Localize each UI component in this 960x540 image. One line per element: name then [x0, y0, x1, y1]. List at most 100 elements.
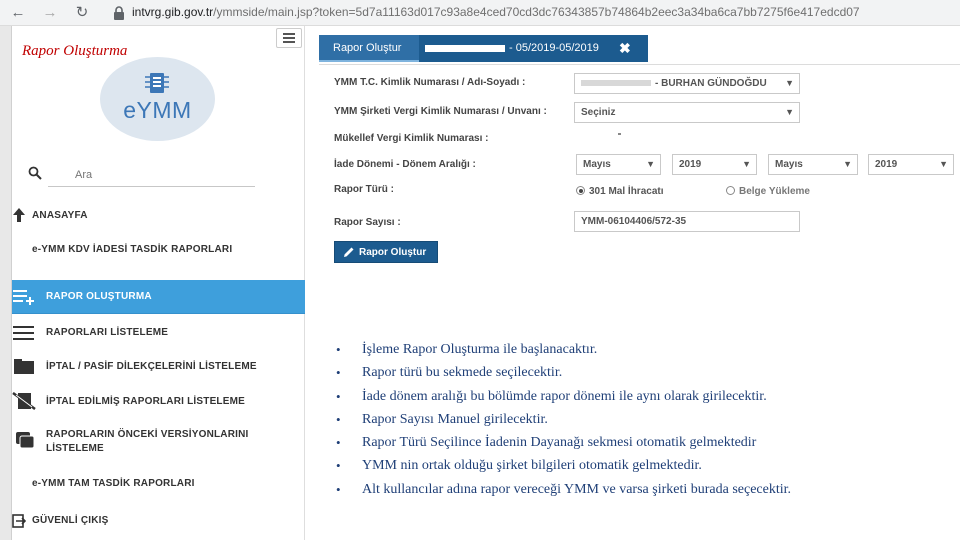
close-icon[interactable]: ✖ [619, 35, 631, 62]
sidebar-item-onceki-versiyonlar[interactable]: RAPORLARIN ÖNCEKİ VERSİYONLARINI LİSTELE… [12, 428, 305, 460]
select-value: - BURHAN GÜNDOĞDU [655, 78, 767, 89]
radio-belge-yukleme[interactable]: Belge Yükleme [726, 186, 810, 197]
list-item: • Alt kullancılar adına rapor vereceği YM… [336, 481, 956, 504]
versions-icon [16, 432, 35, 449]
lock-icon [114, 6, 124, 20]
label-ymm: YMM T.C. Kimlik Numarası / Adı-Soyadı : [334, 77, 526, 88]
sidebar-item-label: ANASAYFA [32, 210, 88, 221]
note-text: Rapor türü bu sekmede seçilecektir. [362, 365, 563, 381]
note-text: Rapor Sayısı Manuel girilecektir. [362, 411, 548, 427]
folder-icon [14, 359, 34, 374]
chevron-down-icon: ▼ [785, 78, 794, 88]
address-bar[interactable]: intvrg.gib.gov.tr/ymmside/main.jsp?token… [132, 5, 958, 19]
sidebar-item-anasayfa[interactable]: ANASAYFA [12, 206, 305, 228]
radio-unchecked-icon [726, 186, 735, 195]
list-item: • Rapor Türü Seçilince İadenin Dayanağı s… [336, 434, 956, 457]
ymm-select[interactable]: - BURHAN GÜNDOĞDU ▼ [574, 73, 800, 94]
sidebar-item-label: RAPORLARI LİSTELEME [46, 327, 169, 338]
search-icon [28, 166, 42, 180]
label-sirket: YMM Şirketi Vergi Kimlik Numarası / Unva… [334, 106, 547, 117]
redacted-text [425, 45, 505, 52]
section-heading-tam: e-YMM TAM TASDİK RAPORLARI [32, 478, 195, 489]
redacted-text [581, 80, 651, 87]
eymm-logo: eYMM [100, 57, 215, 141]
note-text: Rapor Türü Seçilince İadenin Dayanağı se… [362, 435, 757, 451]
select-value: 2019 [875, 159, 898, 170]
sidebar-item-guvenli-cikis[interactable]: GÜVENLİ ÇIKIŞ [12, 510, 305, 532]
hamburger-menu-icon[interactable] [276, 28, 302, 48]
search-input[interactable] [48, 163, 255, 187]
list-item: • YMM nin ortak olduğu şirket bilgileri o… [336, 457, 956, 480]
divider [319, 64, 960, 65]
bullet: • [336, 458, 341, 474]
forward-arrow-icon[interactable]: → [40, 3, 60, 23]
cancelled-document-icon [12, 392, 36, 410]
list-item: • Rapor Sayısı Manuel girilecektir. [336, 411, 956, 434]
sidebar-item-raporlari-listeleme[interactable]: RAPORLARI LİSTELEME [12, 322, 305, 344]
sidebar-item-label: GÜVENLİ ÇIKIŞ [32, 515, 109, 526]
tab-rapor-olustur[interactable]: Rapor Oluştur [319, 35, 419, 62]
chevron-down-icon: ▼ [939, 159, 948, 169]
reload-icon[interactable]: ↻ [72, 3, 92, 23]
to-month-select[interactable]: Mayıs ▼ [768, 154, 858, 175]
home-arrow-icon [13, 208, 25, 222]
sidebar-item-label: RAPORLARIN ÖNCEKİ VERSİYONLARINI LİSTELE… [46, 429, 249, 454]
sidebar: Rapor Oluşturma eYMM ANASAYFA e-YMM KDV … [12, 26, 305, 540]
sidebar-item-iptal-edilmis[interactable]: İPTAL EDİLMİŞ RAPORLARI LİSTELEME [12, 391, 305, 413]
label-iade: İade Dönemi - Dönem Aralığı : [334, 159, 476, 170]
bullet: • [336, 388, 341, 404]
label-rapor-sayisi: Rapor Sayısı : [334, 217, 401, 228]
list-item: • İşleme Rapor Oluşturma ile başlanacaktı… [336, 341, 956, 364]
list-item: • Rapor türü bu sekmede seçilecektir. [336, 364, 956, 387]
radio-mal-ihracati[interactable]: 301 Mal İhracatı [576, 186, 663, 197]
tab-bar: Rapor Oluştur - 05/2019-05/2019 ✖ [319, 35, 648, 62]
from-year-select[interactable]: 2019 ▼ [672, 154, 757, 175]
logo-text: eYMM [123, 97, 192, 123]
chevron-down-icon: ▼ [742, 159, 751, 169]
section-heading-kdv: e-YMM KDV İADESİ TASDİK RAPORLARI [32, 244, 233, 255]
mukellef-field[interactable] [574, 130, 634, 142]
add-list-icon [13, 290, 34, 305]
back-arrow-icon[interactable]: ← [8, 3, 28, 23]
note-text: İşleme Rapor Oluşturma ile başlanacaktır… [362, 342, 598, 357]
label-mukellef: Mükellef Vergi Kimlik Numarası : [334, 133, 489, 144]
browser-toolbar: ← → ↻ intvrg.gib.gov.tr/ymmside/main.jsp… [0, 0, 960, 26]
chip-icon [145, 73, 169, 93]
logout-icon [12, 514, 26, 528]
from-month-select[interactable]: Mayıs ▼ [576, 154, 661, 175]
sidebar-item-label: İPTAL EDİLMİŞ RAPORLARI LİSTELEME [46, 396, 246, 407]
select-value: Mayıs [583, 159, 611, 170]
slide-title: Rapor Oluşturma [22, 43, 128, 59]
chevron-down-icon: ▼ [646, 159, 655, 169]
bullet: • [336, 481, 341, 497]
to-year-select[interactable]: 2019 ▼ [868, 154, 954, 175]
notes-list: • İşleme Rapor Oluşturma ile başlanacaktı… [336, 341, 956, 504]
sidebar-item-iptal-pasif[interactable]: İPTAL / PASİF DİLEKÇELERİNİ LİSTELEME [12, 357, 305, 379]
rapor-sayisi-input[interactable] [574, 211, 800, 232]
list-item: • İade dönem aralığı bu bölümde rapor dön… [336, 388, 956, 411]
sidebar-item-rapor-olusturma[interactable]: RAPOR OLUŞTURMA [12, 280, 305, 314]
tab-period: - 05/2019-05/2019 [509, 42, 599, 54]
pencil-icon [344, 247, 354, 257]
chevron-down-icon: ▼ [785, 107, 794, 117]
label-rapor-turu: Rapor Türü : [334, 184, 394, 195]
radio-label: 301 Mal İhracatı [589, 186, 664, 197]
sidebar-item-label: İPTAL / PASİF DİLEKÇELERİNİ LİSTELEME [46, 361, 257, 372]
select-value: Mayıs [775, 159, 803, 170]
chevron-down-icon: ▼ [843, 159, 852, 169]
list-icon [13, 326, 34, 340]
bullet: • [336, 342, 341, 357]
url-host: intvrg.gib.gov.tr [132, 5, 214, 19]
note-text: Alt kullancılar adına rapor vereceği YMM… [362, 481, 792, 497]
sidebar-item-label: RAPOR OLUŞTURMA [46, 291, 152, 302]
sirket-select[interactable]: Seçiniz ▼ [574, 102, 800, 123]
select-value: Seçiniz [581, 107, 616, 118]
bullet: • [336, 365, 341, 381]
radio-label: Belge Yükleme [739, 186, 810, 197]
bullet: • [336, 411, 341, 427]
radio-checked-icon [576, 186, 585, 195]
rapor-olustur-button[interactable]: Rapor Oluştur [334, 241, 438, 263]
bullet: • [336, 435, 341, 451]
note-text: İade dönem aralığı bu bölümde rapor döne… [362, 388, 767, 404]
note-text: YMM nin ortak olduğu şirket bilgileri ot… [362, 458, 702, 474]
